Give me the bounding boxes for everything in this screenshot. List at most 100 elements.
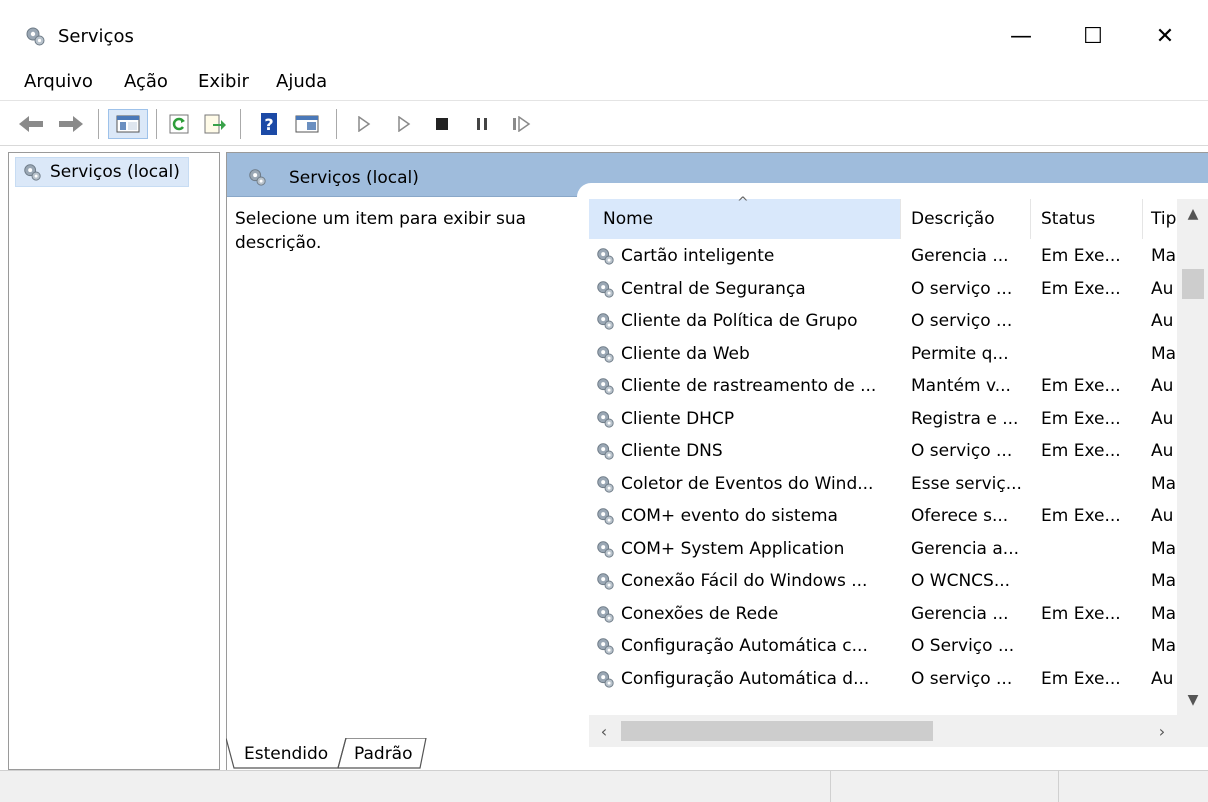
table-row[interactable]: Configuração Automática d... O serviço ..… [589,664,1177,697]
service-startup-type: Au [1151,441,1174,461]
menu-ajuda[interactable]: Ajuda [276,71,327,92]
scroll-down-icon[interactable]: ▼ [1177,685,1208,715]
table-row[interactable]: Configuração Automática c... O Serviço ..… [589,631,1177,664]
service-name: Cliente da Política de Grupo [621,311,858,331]
service-description: Registra e ... [911,408,1019,429]
service-gear-icon [597,573,614,590]
service-gear-icon [597,410,614,428]
service-name-cell: Central de Segurança [595,279,901,299]
service-startup-type: Au [1151,668,1174,689]
start-service-icon[interactable] [352,109,376,139]
service-gear-icon [597,345,614,363]
table-row[interactable]: Cliente da Web Permite q... Ma [589,339,1177,372]
service-name: Configuração Automática d... [621,668,870,689]
service-name-cell: Conexão Fácil do Windows ... [595,571,901,591]
service-startup-type: Au [1151,278,1174,299]
window-title: Serviços [58,26,134,47]
status-segment [830,771,1058,802]
column-header-descricao[interactable]: Descrição [901,199,1031,239]
scroll-up-icon[interactable]: ▲ [1177,199,1208,229]
vertical-scroll-thumb[interactable] [1182,269,1204,299]
tree-item-servicos-local[interactable]: Serviços (local) [15,157,189,187]
tab-padrao[interactable]: Padrão [354,738,413,770]
back-arrow-icon[interactable] [16,109,46,139]
minimize-button[interactable]: — [986,16,1056,56]
service-description: Gerencia a... [911,538,1020,559]
service-description: Gerencia ... [911,246,1009,266]
service-status: Em Exe... [1041,506,1121,526]
vertical-scrollbar[interactable]: ▲ ▼ [1177,199,1208,715]
service-name-cell: COM+ evento do sistema [595,506,901,526]
service-name-cell: Cliente da Web [595,344,901,364]
table-row[interactable]: Central de Segurança O serviço ... Em Exe.… [589,274,1177,307]
column-header-nome[interactable]: ^ Nome [589,195,901,239]
service-gear-icon [597,605,614,623]
service-status: Em Exe... [1041,408,1121,429]
service-name-cell: Coletor de Eventos do Wind... [595,474,901,494]
status-segment [1058,771,1208,802]
service-name-cell: Cliente DNS [595,441,901,461]
stop-service-icon[interactable] [430,109,454,139]
refresh-icon[interactable] [164,109,194,139]
content-header-title: Serviços (local) [289,168,419,188]
service-gear-icon [597,313,614,330]
toolbar-separator [98,109,99,139]
menu-arquivo[interactable]: Arquivo [24,71,93,92]
service-status: Em Exe... [1041,278,1121,299]
maximize-button[interactable]: ☐ [1058,16,1128,56]
status-bar [0,770,1208,802]
services-gear-icon [249,169,266,186]
table-row[interactable]: Conexão Fácil do Windows ... O WCNCS... Ma [589,566,1177,599]
table-row[interactable]: Cliente de rastreamento de ... Mantém v..… [589,371,1177,404]
column-header-tipo[interactable]: Tip [1143,199,1177,239]
table-row[interactable]: Conexões de Rede Gerencia ... Em Exe... Ma [589,599,1177,632]
table-row[interactable]: Coletor de Eventos do Wind... Esse serviç… [589,469,1177,502]
service-description: Mantém v... [911,376,1011,396]
table-row[interactable]: COM+ evento do sistema Oferece s... Em Exe… [589,501,1177,534]
close-button[interactable]: ✕ [1130,16,1200,56]
services-gear-icon [26,27,45,46]
service-gear-icon [597,670,614,688]
tree-item-label: Serviços (local) [50,162,180,182]
service-name-cell: COM+ System Application [595,539,901,559]
service-name-cell: Conexões de Rede [595,604,901,624]
tab-estendido[interactable]: Estendido [244,738,328,770]
view-tabs: Estendido Padrão [226,738,1208,770]
service-startup-type: Ma [1151,538,1177,559]
service-gear-icon [597,540,614,558]
table-row[interactable]: COM+ System Application Gerencia a... Ma [589,534,1177,567]
toolbar-separator [336,109,337,139]
table-row[interactable]: Cartão inteligente Gerencia ... Em Exe... M… [589,241,1177,274]
pause-service-icon[interactable] [470,109,494,139]
toolbar-separator [240,109,241,139]
service-name: Conexões de Rede [621,603,779,624]
show-hide-console-tree-icon[interactable] [108,109,148,139]
export-list-icon[interactable] [200,109,230,139]
service-description: O Serviço ... [911,636,1015,656]
table-row[interactable]: Cliente DNS O serviço ... Em Exe... Au [589,436,1177,469]
service-gear-icon [597,508,614,525]
service-name-cell: Cliente de rastreamento de ... [595,376,901,396]
service-startup-type: Ma [1151,246,1177,266]
table-row[interactable]: Cliente da Política de Grupo O serviço ..… [589,306,1177,339]
service-status: Em Exe... [1041,246,1121,266]
service-startup-type: Au [1151,506,1174,526]
svg-text:?: ? [264,115,273,134]
sort-ascending-icon: ^ [737,195,749,211]
menu-acao[interactable]: Ação [124,71,168,92]
resume-service-icon[interactable] [508,109,534,139]
service-startup-type: Au [1151,311,1174,331]
service-name: COM+ System Application [621,538,845,559]
service-status: Em Exe... [1041,668,1121,689]
service-gear-icon [597,248,614,265]
properties-view-icon[interactable] [292,109,322,139]
help-icon[interactable]: ? [254,109,284,139]
column-header-status[interactable]: Status [1031,199,1143,239]
start-service-alt-icon[interactable] [392,109,416,139]
table-row[interactable]: Cliente DHCP Registra e ... Em Exe... Au [589,404,1177,437]
menu-exibir[interactable]: Exibir [198,71,249,92]
forward-arrow-icon[interactable] [56,109,86,139]
service-status: Em Exe... [1041,603,1121,624]
service-name: Configuração Automática c... [621,636,868,656]
service-description: O serviço ... [911,278,1013,299]
